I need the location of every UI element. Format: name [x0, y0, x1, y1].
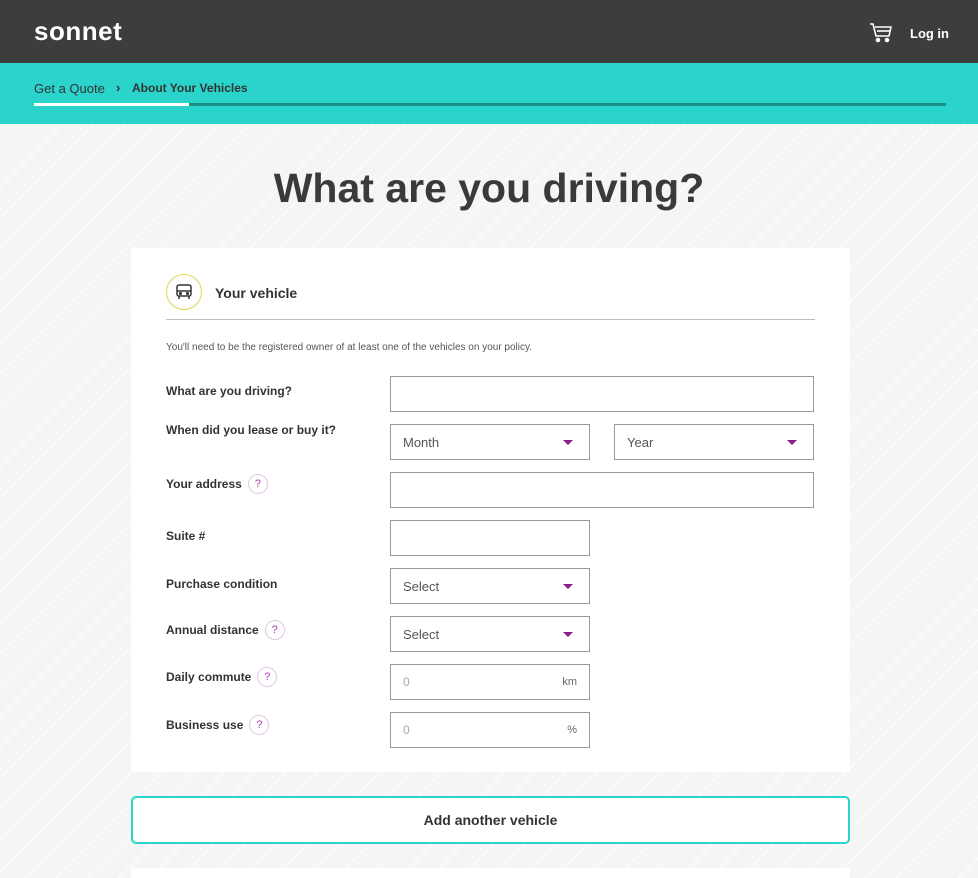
vehicle-input[interactable] [390, 376, 814, 412]
purchase-condition-select[interactable]: Select [390, 568, 590, 604]
purchase-condition-label: Purchase condition [166, 577, 277, 591]
business-use-label-text: Business use [166, 718, 244, 732]
breadcrumb: Get a Quote › About Your Vehicles [0, 63, 978, 124]
suite-label: Suite # [166, 529, 205, 543]
car-front-icon [166, 274, 202, 310]
add-another-vehicle-button[interactable]: Add another vehicle [131, 796, 850, 844]
suite-input[interactable] [390, 520, 590, 556]
daily-commute-input[interactable]: 0 km [390, 664, 590, 700]
help-icon[interactable]: ? [264, 620, 285, 640]
year-select-value: Year [627, 434, 654, 450]
month-select-value: Month [403, 434, 440, 450]
suite-label-text: Suite # [166, 529, 206, 543]
section-divider [166, 319, 815, 320]
business-use-label: Business use ? [166, 715, 270, 735]
progress-bar [34, 103, 946, 106]
caret-down-icon [563, 439, 573, 445]
help-icon[interactable]: ? [247, 474, 268, 494]
caret-down-icon [563, 631, 573, 637]
lease-buy-label-text: When did you lease or buy it? [166, 423, 337, 437]
month-select[interactable]: Month [390, 424, 590, 460]
address-label-text: Your address [166, 477, 242, 491]
next-section-card [131, 868, 850, 878]
vehicle-form-card: Your vehicle You'll need to be the regis… [131, 248, 850, 772]
address-input[interactable] [390, 472, 814, 508]
sonnet-logo[interactable]: sonnet [34, 16, 122, 47]
help-icon[interactable]: ? [249, 715, 270, 735]
vehicle-label: What are you driving? [166, 384, 292, 398]
unit-km: km [562, 676, 577, 688]
unit-percent: % [567, 724, 577, 736]
breadcrumb-get-a-quote[interactable]: Get a Quote [34, 81, 105, 96]
caret-down-icon [563, 583, 573, 589]
chevron-right-icon: › [116, 80, 121, 95]
daily-commute-label-text: Daily commute [166, 670, 252, 684]
login-link[interactable]: Log in [910, 26, 949, 41]
annual-distance-label-text: Annual distance [166, 623, 259, 637]
daily-commute-label: Daily commute ? [166, 667, 278, 687]
breadcrumb-current: About Your Vehicles [132, 81, 248, 95]
caret-down-icon [787, 439, 797, 445]
daily-commute-placeholder: 0 [403, 675, 410, 689]
page-title: What are you driving? [273, 165, 705, 211]
lease-buy-label: When did you lease or buy it? [166, 423, 336, 437]
shopping-cart-icon[interactable] [869, 22, 893, 44]
purchase-condition-label-text: Purchase condition [166, 577, 278, 591]
help-icon[interactable]: ? [257, 667, 278, 687]
address-label: Your address ? [166, 474, 268, 494]
top-header: sonnet Log in [0, 0, 978, 63]
purchase-condition-value: Select [403, 578, 440, 594]
annual-distance-value: Select [403, 626, 440, 642]
progress-bar-fill [34, 103, 190, 106]
annual-distance-label: Annual distance ? [166, 620, 285, 640]
business-use-input[interactable]: 0 % [390, 712, 590, 748]
section-title: Your vehicle [215, 285, 298, 301]
business-use-placeholder: 0 [403, 723, 410, 737]
year-select[interactable]: Year [614, 424, 814, 460]
annual-distance-select[interactable]: Select [390, 616, 590, 652]
vehicle-label-text: What are you driving? [166, 384, 293, 398]
intro-text: You'll need to be the registered owner o… [166, 342, 533, 353]
